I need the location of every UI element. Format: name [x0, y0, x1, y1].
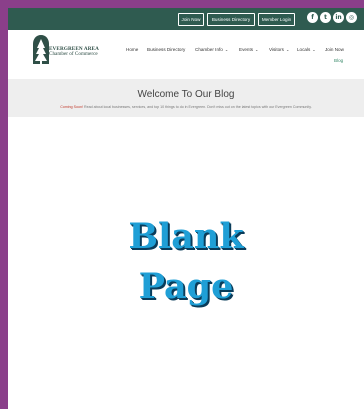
nav-home[interactable]: Home — [126, 47, 138, 52]
page: Join Now Business Directory Member Login… — [8, 8, 364, 409]
nav-chamber-info-label: Chamber Info — [195, 47, 223, 52]
linkedin-icon[interactable]: in — [333, 12, 344, 23]
coming-soon-label: Coming Soon! — [60, 105, 84, 109]
hero-subtitle: Coming Soon! Read about local businesses… — [8, 105, 364, 109]
chevron-down-icon: ⌄ — [224, 47, 229, 52]
nav-visitors[interactable]: Visitors ⌄ — [269, 47, 289, 52]
page-title: Welcome To Our Blog — [137, 89, 235, 100]
logo[interactable]: EVERGREEN AREA Chamber of Commerce — [30, 34, 120, 68]
nav-chamber-info[interactable]: Chamber Info ⌄ — [195, 47, 228, 52]
nav-locals[interactable]: Locals ⌄ — [297, 47, 316, 52]
logo-line2: Chamber of Commerce — [49, 51, 98, 58]
instagram-icon[interactable]: ◎ — [346, 12, 357, 23]
nav-blog[interactable]: Blog — [334, 58, 343, 63]
nav-join-now[interactable]: Join Now — [325, 47, 344, 52]
blank-heading-line1: Blank — [128, 216, 244, 257]
business-directory-button[interactable]: Business Directory — [207, 13, 255, 26]
twitter-icon[interactable]: t — [320, 12, 331, 23]
facebook-icon[interactable]: f — [307, 12, 318, 23]
member-login-button[interactable]: Member Login — [258, 13, 295, 26]
chevron-down-icon: ⌄ — [312, 47, 316, 52]
chevron-down-icon: ⌄ — [285, 47, 290, 52]
hero-subtitle-text: Read about local businesses, services, a… — [83, 105, 312, 109]
logo-wordmark: EVERGREEN AREA Chamber of Commerce — [49, 46, 99, 58]
nav-visitors-label: Visitors — [269, 47, 284, 52]
nav-locals-label: Locals — [297, 47, 311, 52]
nav-events[interactable]: Events ⌄ — [239, 47, 258, 52]
blank-heading-line2: Page — [138, 266, 234, 307]
hero-banner: Welcome To Our Blog Coming Soon! Read ab… — [8, 79, 364, 117]
top-bar: Join Now Business Directory Member Login… — [8, 8, 364, 30]
join-now-button[interactable]: Join Now — [178, 13, 204, 26]
nav-business-directory[interactable]: Business Directory — [147, 47, 185, 52]
nav-events-label: Events — [239, 47, 254, 52]
chevron-down-icon: ⌄ — [255, 47, 259, 52]
